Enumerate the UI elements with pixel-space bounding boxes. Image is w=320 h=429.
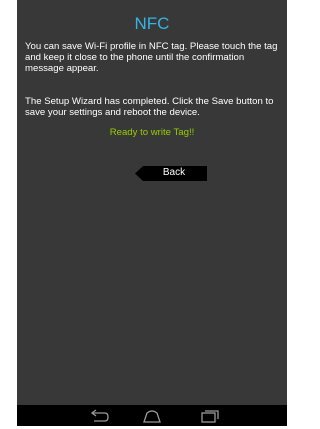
system-navigation-bar — [17, 405, 287, 426]
home-icon[interactable] — [140, 408, 164, 424]
status-message: Ready to write Tag!! — [109, 127, 195, 138]
back-button-label: Back — [162, 167, 186, 178]
nfc-screen: NFC You can save Wi-Fi profile in NFC ta… — [17, 0, 287, 405]
page-title: NFC — [134, 14, 170, 33]
completion-text: The Setup Wizard has completed. Click th… — [25, 96, 274, 118]
instructions-text: You can save Wi-Fi profile in NFC tag. P… — [25, 41, 278, 74]
back-button[interactable]: Back — [135, 166, 207, 181]
device-frame: NFC You can save Wi-Fi profile in NFC ta… — [0, 0, 288, 426]
recent-apps-icon[interactable] — [197, 408, 221, 424]
back-nav-icon[interactable] — [87, 408, 111, 424]
